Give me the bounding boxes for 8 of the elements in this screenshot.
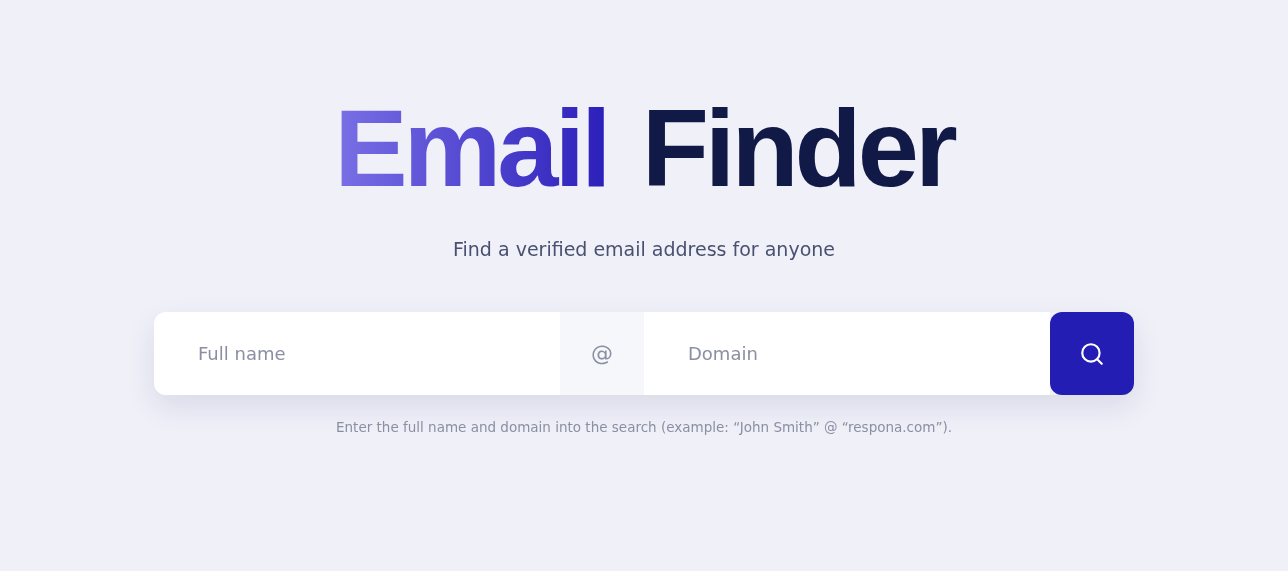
page-title: Finder <box>641 92 954 204</box>
hint-text: Enter the full name and domain into the search (example: “John Smith” @ “respona.com”). <box>336 419 952 435</box>
subtitle: Find a verified email address for anyone <box>453 238 835 260</box>
search-button[interactable] <box>1050 312 1134 395</box>
search-icon <box>1079 340 1105 367</box>
domain-field[interactable]: Domain <box>644 312 1050 395</box>
at-separator: @ <box>560 312 644 395</box>
name-field[interactable]: Full name <box>154 312 560 395</box>
